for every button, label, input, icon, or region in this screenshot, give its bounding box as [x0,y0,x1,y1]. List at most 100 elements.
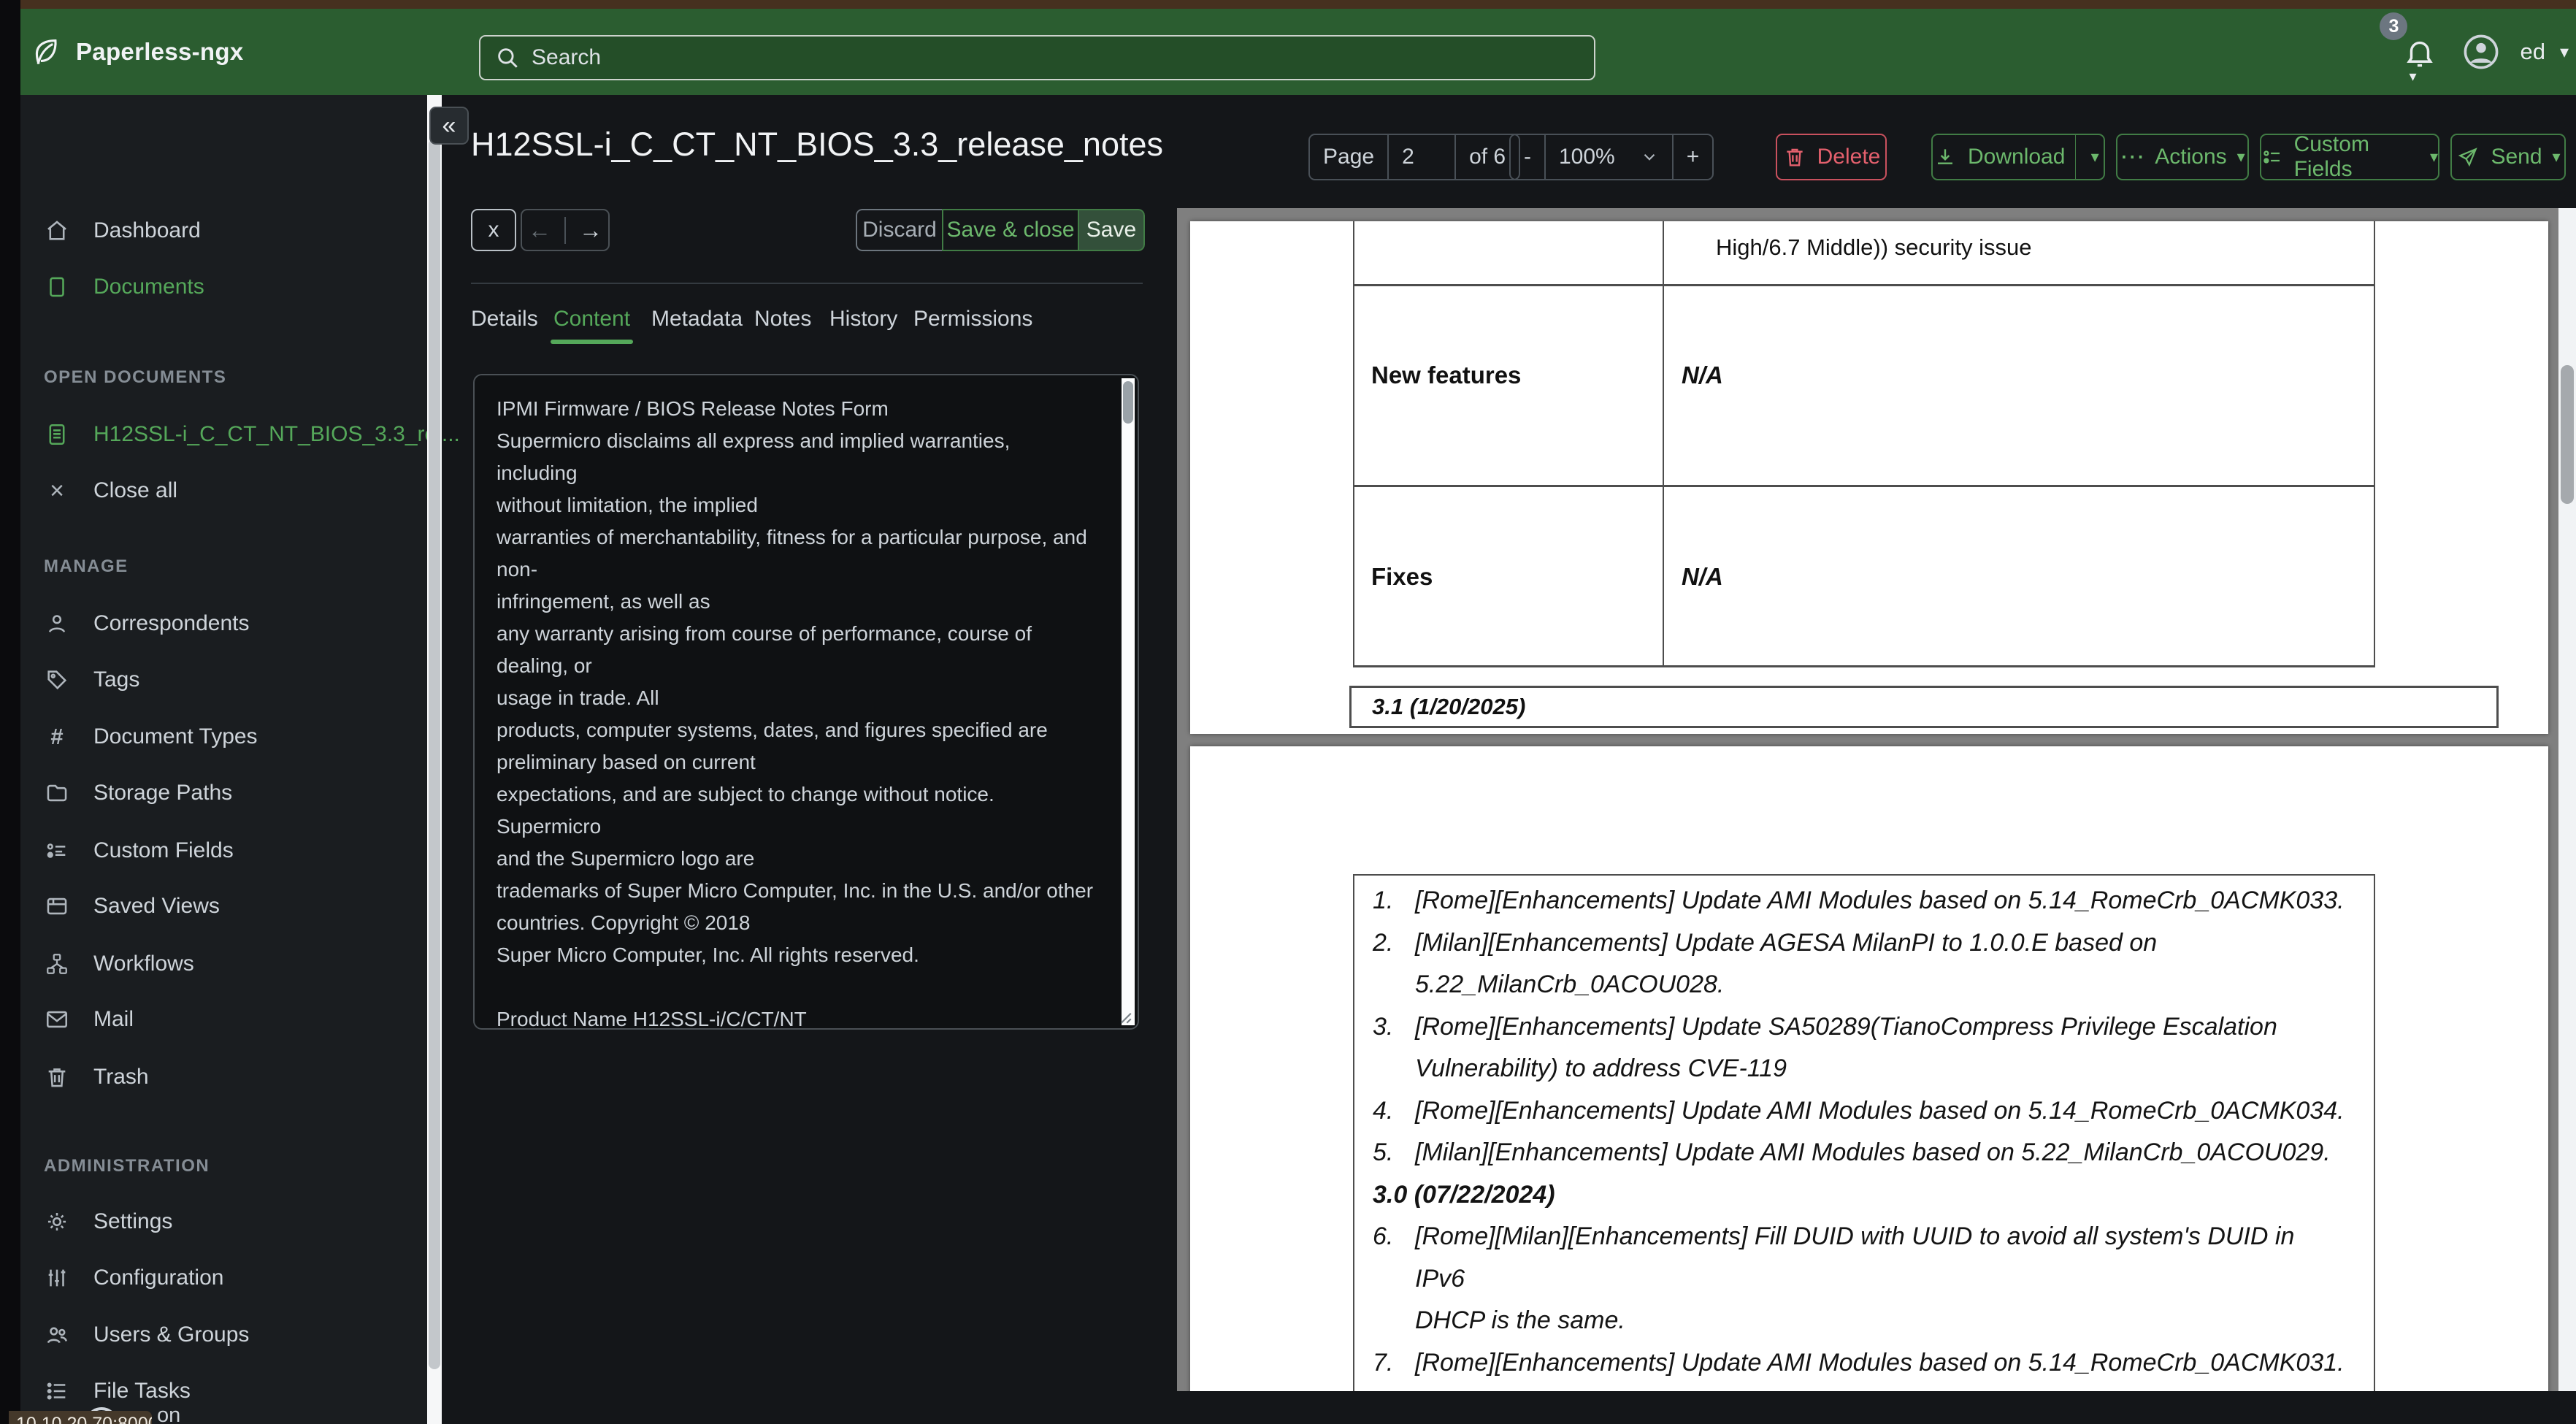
editor-divider [471,283,1143,284]
actions-button[interactable]: ⋯ Actions ▾ [2116,134,2249,180]
list-version-heading: 3.0 (07/22/2024) [1373,1180,1555,1209]
tab-details[interactable]: Details [471,302,538,337]
sidebar-item-saved-views[interactable]: Saved Views [44,890,409,922]
pdf-row-label: Fixes [1371,563,1433,590]
user-avatar[interactable] [2461,32,2501,72]
sidebar-close-all[interactable]: × Close all [44,475,409,507]
split-divider [2075,135,2077,179]
user-menu-caret-icon[interactable]: ▾ [2560,42,2569,63]
pdf-scrollbar-thumb[interactable] [2561,365,2574,504]
sidebar-item-correspondents[interactable]: Correspondents [44,608,409,640]
resize-grip-icon[interactable] [1114,1006,1133,1025]
task-list-icon [44,1378,70,1404]
sidebar-item-label: Correspondents [93,611,250,635]
save-button[interactable]: Save [1079,209,1145,251]
sidebar-item-workflows[interactable]: Workflows [44,948,409,980]
page-number-input[interactable]: 2 [1387,135,1454,179]
delete-button[interactable]: Delete [1776,134,1887,180]
sidebar-item-configuration[interactable]: Configuration [44,1262,409,1294]
actions-caret: ▾ [2236,148,2245,166]
custom-fields-button[interactable]: Custom Fields ▾ [2260,132,2439,181]
file-text-icon [44,421,70,448]
next-doc-button[interactable]: → [564,216,616,244]
pdf-version-row: 3.1 (1/20/2025) [1349,686,2499,728]
sidebar-item-settings[interactable]: Settings [44,1206,409,1238]
delete-label: Delete [1817,145,1881,169]
sidebar-item-custom-fields[interactable]: Custom Fields [44,835,409,867]
document-title: H12SSL-i_C_CT_NT_BIOS_3.3_release_notes [471,126,1164,163]
content-textarea[interactable]: IPMI Firmware / BIOS Release Notes Form … [475,375,1138,1028]
sidebar-item-document-types[interactable]: # Document Types [44,721,409,753]
sidebar-item-label: Users & Groups [93,1322,250,1347]
sidebar-item-dashboard[interactable]: Dashboard [44,215,409,247]
tab-content[interactable]: Content [550,302,634,344]
zoom-value: 100% [1559,145,1615,169]
search-input[interactable] [532,45,1579,70]
global-search[interactable] [479,35,1595,80]
save-and-close-button[interactable]: Save & close [942,209,1079,251]
sidebar-item-users-groups[interactable]: Users & Groups [44,1319,409,1351]
open-document-label: H12SSL-i_C_CT_NT_BIOS_3.3_rel... [93,422,460,446]
link-status-tooltip: 10.10.20.70:8000 [9,1411,152,1424]
documents-icon [44,274,70,300]
sidebar-item-file-tasks[interactable]: File Tasks [44,1375,409,1407]
sidebar-item-label: Dashboard [93,218,201,242]
textarea-scrollbar[interactable] [1122,378,1135,1025]
manage-header: MANAGE [44,556,129,576]
zoom-in-button[interactable]: + [1671,135,1713,179]
sidebar-open-document[interactable]: H12SSL-i_C_CT_NT_BIOS_3.3_rel... [44,418,460,451]
sidebar-item-storage-paths[interactable]: Storage Paths [44,777,409,809]
send-button[interactable]: Send ▾ [2450,134,2566,180]
tab-metadata[interactable]: Metadata [651,302,743,337]
send-icon [2456,145,2480,169]
download-split-button[interactable]: Download ▾ [1931,134,2105,180]
download-caret[interactable]: ▾ [2086,149,2104,165]
notifications-button[interactable]: 3 ▾ [2380,12,2442,85]
previous-doc-button[interactable]: ← [515,217,564,244]
pdf-change-list: 1. [Rome][Enhancements] Update AMI Module… [1353,874,2375,1391]
custom-fields-label: Custom Fields [2293,132,2369,181]
brand-name: Paperless-ngx [76,38,244,65]
list-item: 1. [Rome][Enhancements] Update AMI Module… [1373,887,2345,914]
sidebar-collapse-button[interactable]: « [429,107,469,145]
save-button-group: Discard Save & close Save [856,209,1145,251]
zoom-out-button[interactable]: - [1511,135,1544,179]
sidebar-item-label: Saved Views [93,894,220,918]
dots-icon: ⋯ [2120,143,2145,171]
send-label: Send [2491,145,2542,169]
page-control: Page 2 of 6 [1308,134,1521,180]
tab-permissions[interactable]: Permissions [913,302,1032,337]
window-top-strip [20,0,2576,9]
close-all-label: Close all [93,478,178,502]
list-item: 7. [Rome][Enhancements] Update AMI Module… [1373,1348,2345,1377]
sidebar-item-label: Custom Fields [93,838,234,862]
pdf-version-label: 3.1 (1/20/2025) [1372,694,1526,719]
tab-notes[interactable]: Notes [754,302,811,337]
sidebar-item-trash[interactable]: Trash [44,1061,409,1093]
sidebar: Dashboard Documents OPEN DOCUMENTS H12SS… [20,95,460,1424]
sidebar-item-label: Trash [93,1065,149,1089]
open-documents-header: OPEN DOCUMENTS [44,367,227,387]
pdf-row-label: New features [1371,361,1522,388]
discard-button[interactable]: Discard [856,209,942,251]
sidebar-item-documentation-partial[interactable]: on [157,1404,180,1424]
sidebar-item-documents[interactable]: Documents [44,271,409,303]
pdf-page-2: 1. [Rome][Enhancements] Update AMI Module… [1190,746,2548,1391]
pdf-preview-pane[interactable]: High/6.7 Middle)) security issue New fea… [1177,208,2576,1391]
brand[interactable]: Paperless-ngx [31,9,244,95]
sidebar-scrollbar-thumb[interactable] [429,139,440,1369]
username[interactable]: ed [2520,39,2545,65]
close-document-button[interactable]: x [471,209,516,251]
sidebar-item-label: Documents [93,275,204,299]
workflows-icon [44,951,70,977]
zoom-select[interactable]: 100% [1544,135,1672,179]
sidebar-item-label: Mail [93,1007,134,1031]
sidebar-item-label: Tags [93,667,140,692]
sidebar-item-label: File Tasks [93,1379,191,1403]
trash-icon [1782,145,1807,169]
textarea-scrollbar-thumb[interactable] [1123,381,1133,424]
custom-fields-icon [44,838,70,864]
tab-history[interactable]: History [829,302,897,337]
sidebar-item-mail[interactable]: Mail [44,1003,409,1036]
sidebar-item-tags[interactable]: Tags [44,664,409,696]
